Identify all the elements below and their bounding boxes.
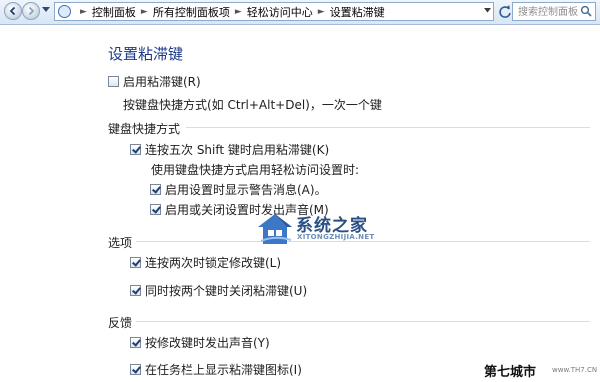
checkbox-box[interactable] [130, 337, 141, 348]
arrow-right-icon [28, 6, 35, 16]
arrow-left-icon [9, 6, 16, 16]
corner-watermark-logo: 第七城市 [484, 365, 537, 380]
section-heading: 键盘快捷方式 [108, 122, 181, 136]
checkbox-box[interactable] [130, 285, 141, 296]
keyboard-shortcut-section: 键盘快捷方式 [108, 120, 590, 136]
breadcrumb-separator-icon: ► [80, 6, 87, 17]
checkbox-box[interactable] [130, 144, 141, 155]
section-divider [186, 127, 590, 128]
section-heading: 选项 [108, 236, 133, 250]
forward-button[interactable] [22, 2, 40, 20]
lock-modifier-label: 连按两次时锁定修改键(L) [145, 256, 282, 270]
breadcrumb-all-items[interactable]: 所有控制面板项 [153, 4, 230, 20]
corner-watermark: 第七城市 www.TH7.CN [480, 360, 598, 380]
control-panel-icon [58, 5, 71, 18]
sticky-keys-description: 按键盘快捷方式(如 Ctrl+Alt+Del)，一次一个键 [123, 98, 382, 112]
house-logo-icon [258, 214, 292, 244]
feedback-section: 反馈 [108, 314, 590, 330]
checkbox-box[interactable] [130, 257, 141, 268]
checkbox-box[interactable] [108, 76, 119, 87]
search-box[interactable] [512, 2, 596, 21]
enable-sticky-keys-checkbox[interactable]: 启用粘滞键(R) [108, 73, 201, 90]
lock-modifier-checkbox[interactable]: 连按两次时锁定修改键(L) [130, 254, 281, 271]
checkbox-box[interactable] [130, 364, 141, 375]
checkbox-box[interactable] [150, 204, 161, 215]
breadcrumb-separator-icon: ► [140, 6, 148, 17]
turn-off-two-keys-checkbox[interactable]: 同时按两个键时关闭粘滞键(U) [130, 282, 307, 299]
address-dropdown-icon[interactable] [484, 8, 491, 13]
breadcrumb-separator-icon: ► [234, 6, 242, 17]
back-button[interactable] [4, 2, 22, 20]
show-icon-label: 在任务栏上显示粘滞键图标(I) [145, 363, 302, 377]
navigation-bar: ► 控制面板 ► 所有控制面板项 ► 轻松访问中心 ► 设置粘滞键 [0, 0, 600, 25]
watermark-url: XITONGZHIJIA.NET [297, 233, 375, 241]
show-warning-checkbox[interactable]: 启用设置时显示警告消息(A)。 [150, 181, 327, 198]
play-sound-label: 按修改键时发出声音(Y) [145, 336, 270, 350]
refresh-icon[interactable] [497, 4, 513, 20]
shortcut-sub-heading: 使用键盘快捷方式启用轻松访问设置时: [151, 163, 360, 177]
search-input[interactable] [516, 4, 584, 21]
section-heading: 反馈 [108, 316, 133, 330]
address-bar[interactable]: ► 控制面板 ► 所有控制面板项 ► 轻松访问中心 ► 设置粘滞键 [54, 2, 494, 21]
turn-off-two-keys-label: 同时按两个键时关闭粘滞键(U) [145, 284, 308, 298]
section-divider [136, 321, 590, 322]
breadcrumb-control-panel[interactable]: 控制面板 [92, 4, 136, 20]
corner-watermark-url: www.TH7.CN [552, 366, 598, 374]
shift-five-times-label: 连按五次 Shift 键时启用粘滞键(K) [145, 143, 330, 157]
breadcrumb-sticky-keys[interactable]: 设置粘滞键 [330, 4, 385, 20]
search-icon[interactable] [580, 5, 592, 17]
page-title: 设置粘滞键 [108, 45, 184, 63]
show-warning-label: 启用设置时显示警告消息(A)。 [165, 183, 327, 197]
breadcrumb-ease-of-access[interactable]: 轻松访问中心 [247, 4, 313, 20]
enable-sticky-keys-label: 启用粘滞键(R) [123, 75, 201, 89]
shift-five-times-checkbox[interactable]: 连按五次 Shift 键时启用粘滞键(K) [130, 141, 329, 158]
show-icon-checkbox[interactable]: 在任务栏上显示粘滞键图标(I) [130, 361, 302, 378]
breadcrumb-separator-icon: ► [317, 6, 325, 17]
play-sound-checkbox[interactable]: 按修改键时发出声音(Y) [130, 334, 270, 351]
watermark: 系统之家 XITONGZHIJIA.NET [256, 209, 384, 249]
breadcrumb: ► 控制面板 ► 所有控制面板项 ► 轻松访问中心 ► 设置粘滞键 [75, 3, 385, 20]
checkbox-box[interactable] [150, 184, 161, 195]
history-dropdown-icon[interactable] [42, 7, 50, 13]
